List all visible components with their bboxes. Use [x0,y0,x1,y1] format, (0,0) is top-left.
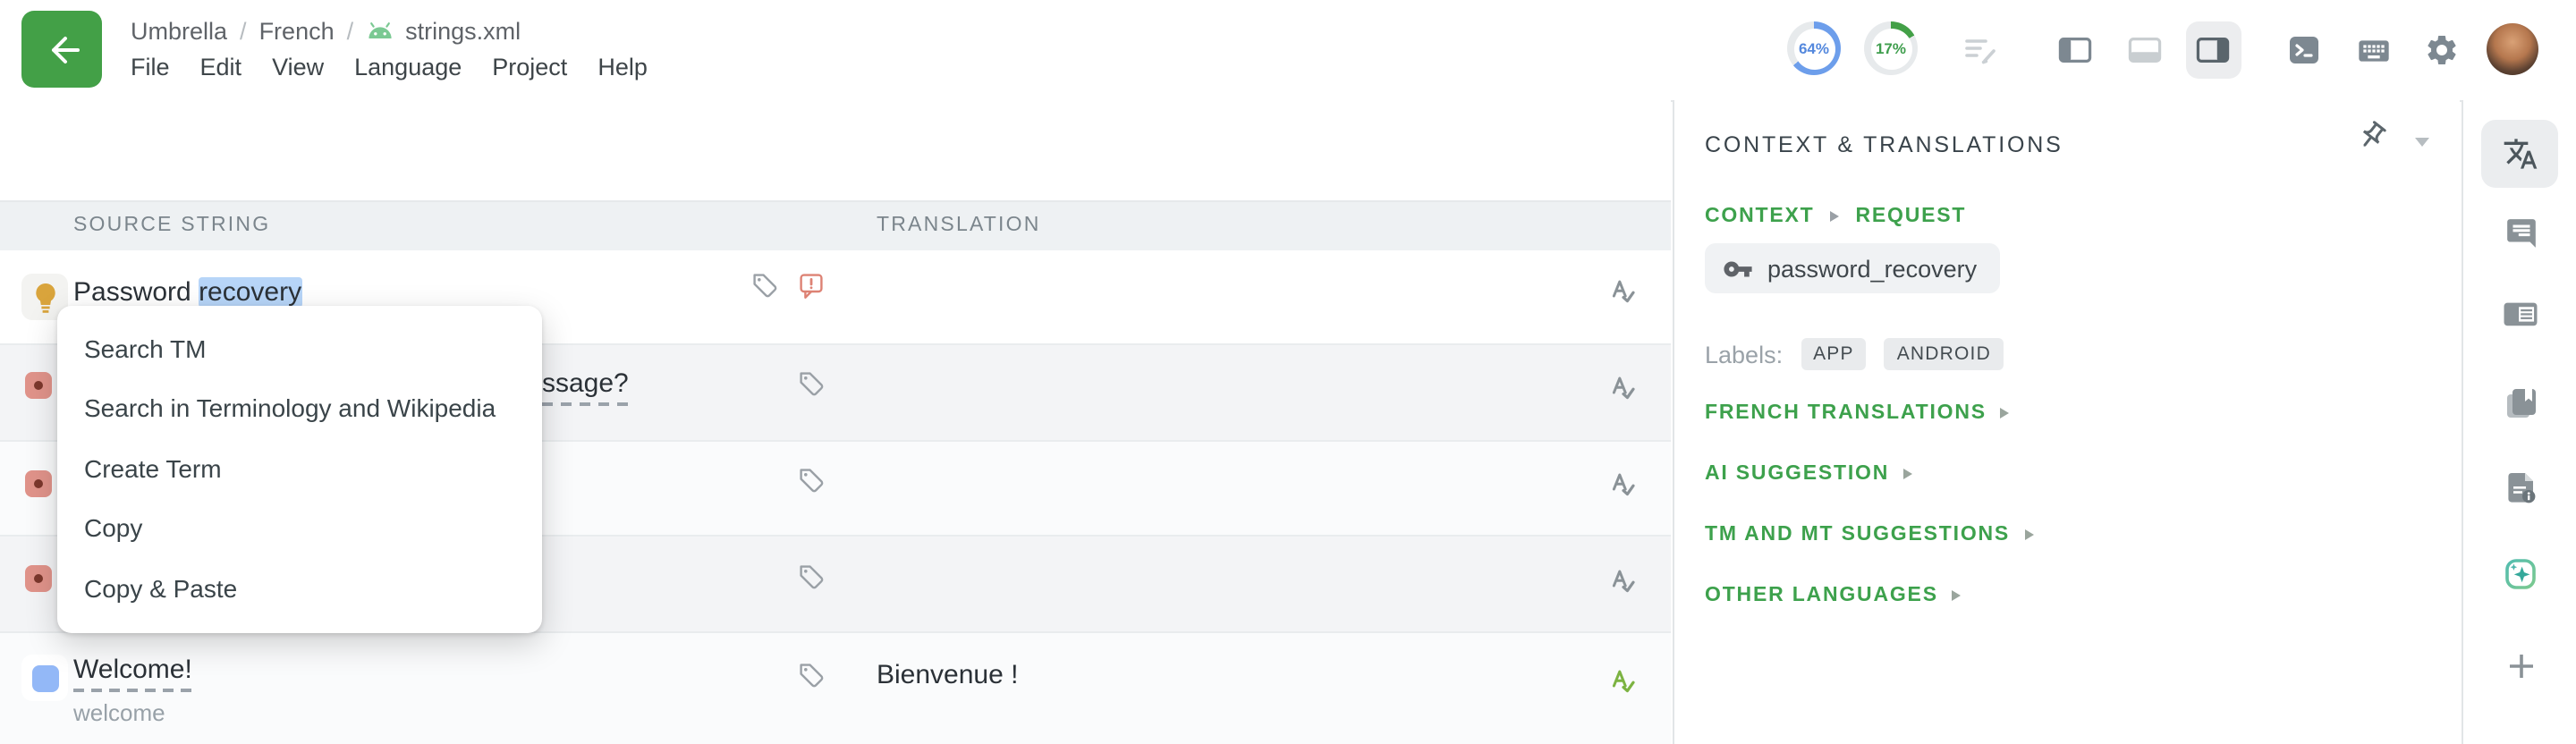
request-link[interactable]: REQUEST [1856,206,1967,227]
menu-edit[interactable]: Edit [200,54,242,80]
spellcheck-icon[interactable] [1608,469,1637,497]
section-other-languages[interactable]: OTHER LANGUAGES [1705,585,1962,606]
spellcheck-icon[interactable] [1608,565,1637,594]
section-french-translations[interactable]: FRENCH TRANSLATIONS [1705,402,2010,424]
translations-tab-icon[interactable] [2503,136,2538,172]
translated-status-wrap [21,655,68,701]
translation-editor: Umbrella / French / strings.xml File Edi… [0,0,2576,744]
translated-progress-value: 64% [1787,21,1841,75]
translated-status-icon [31,664,58,691]
user-avatar[interactable] [2487,23,2538,75]
context-menu: Search TM Search in Terminology and Wiki… [57,306,542,633]
untranslated-status-icon [25,470,52,497]
settings-gear-icon[interactable] [2424,32,2460,68]
menu-language[interactable]: Language [354,54,462,80]
edit-list-icon[interactable] [1962,32,1998,68]
editor-toolbar: 17 0/ 10 [0,100,1671,200]
breadcrumb-language[interactable]: French [259,17,335,44]
comment-issue-icon[interactable] [798,272,825,300]
table-header: SOURCE STRING TRANSLATION [0,200,1671,250]
section-tm-mt-suggestions[interactable]: TM AND MT SUGGESTIONS [1705,524,2033,545]
key-icon [1723,253,1753,283]
comments-tab-icon[interactable] [2503,215,2538,250]
section-ai-suggestion[interactable]: AI SUGGESTION [1705,463,1912,485]
menu-project[interactable]: Project [492,54,567,80]
file-info-tab-icon[interactable] [2503,469,2538,504]
ai-assistant-tab-icon[interactable] [2503,556,2538,592]
source-string[interactable]: Welcome! [73,655,192,692]
table-row[interactable]: Welcome! welcome Bienvenue ! [0,633,1671,744]
console-icon[interactable] [2286,32,2322,68]
spellcheck-icon[interactable] [1608,275,1637,304]
untranslated-status-icon [25,372,52,399]
menu-item-copy-paste[interactable]: Copy & Paste [57,559,542,619]
layout-right-panel-icon[interactable] [2195,32,2231,68]
untranslated-status-icon [25,565,52,592]
chevron-right-icon [1831,211,1840,222]
translation-text[interactable]: Bienvenue ! [877,660,1018,690]
breadcrumb: Umbrella / French / strings.xml [131,14,521,46]
add-panel-plus-icon[interactable] [2503,647,2538,683]
approved-progress-value: 17% [1864,21,1918,75]
menu-help[interactable]: Help [597,54,648,80]
source-column-header: SOURCE STRING [73,215,270,236]
source-string[interactable]: Password recovery [73,277,301,308]
pin-icon[interactable] [2350,114,2395,159]
keyboard-icon[interactable] [2356,32,2392,68]
tag-icon[interactable] [798,563,825,590]
source-string-partial[interactable]: ssage? [542,368,629,406]
string-key-chip: password_recovery [1705,243,2000,293]
string-key: welcome [73,699,165,726]
chevron-right-icon [1953,590,1962,601]
back-arrow-icon [42,30,81,69]
label-badge-android[interactable]: ANDROID [1885,338,2004,370]
android-icon [366,20,393,41]
back-button[interactable] [21,11,102,88]
labels-caption: Labels: [1705,341,1783,368]
panel-title: CONTEXT & TRANSLATIONS [1705,132,2063,157]
spellcheck-icon[interactable] [1608,372,1637,401]
translated-progress-ring: 64% [1787,21,1841,75]
selected-text: recovery [199,277,301,308]
menu-item-copy[interactable]: Copy [57,499,542,559]
menu-file[interactable]: File [131,54,170,80]
menu-item-search-terminology[interactable]: Search in Terminology and Wikipedia [57,380,542,440]
tag-icon[interactable] [751,272,778,299]
menu-item-create-term[interactable]: Create Term [57,440,542,500]
spellcheck-icon-approved[interactable] [1608,665,1637,694]
tag-icon[interactable] [798,662,825,689]
tag-icon[interactable] [798,467,825,494]
chevron-right-icon [1903,469,1912,479]
string-key-value: password_recovery [1767,255,1977,282]
menu-view[interactable]: View [272,54,324,80]
top-bar: Umbrella / French / strings.xml File Edi… [0,0,2576,102]
layout-bottom-panel-icon[interactable] [2127,32,2163,68]
breadcrumb-separator: / [347,17,354,44]
chevron-right-icon [2024,529,2033,540]
breadcrumb-project[interactable]: Umbrella [131,17,227,44]
approved-progress-ring: 17% [1864,21,1918,75]
breadcrumb-file[interactable]: strings.xml [405,17,521,44]
menu-item-search-tm[interactable]: Search TM [57,320,542,380]
layout-left-panel-icon[interactable] [2057,32,2093,68]
context-link[interactable]: CONTEXT [1705,206,1815,227]
context-card-tab-icon[interactable] [2503,297,2538,333]
glossary-tab-icon[interactable] [2503,385,2538,420]
translation-column-header: TRANSLATION [877,215,1041,236]
right-icon-rail [2462,100,2576,744]
menu-bar: File Edit View Language Project Help [131,54,648,80]
label-badge-app[interactable]: APP [1801,338,1867,370]
labels-row: Labels: APP ANDROID [1705,338,2004,370]
panel-links: CONTEXT REQUEST [1705,206,1966,227]
context-translations-panel: CONTEXT & TRANSLATIONS CONTEXT REQUEST p… [1673,100,2460,744]
breadcrumb-separator: / [240,17,247,44]
tag-icon[interactable] [798,370,825,397]
pin-dropdown-icon[interactable] [2415,138,2429,147]
chevron-right-icon [2001,408,2010,418]
